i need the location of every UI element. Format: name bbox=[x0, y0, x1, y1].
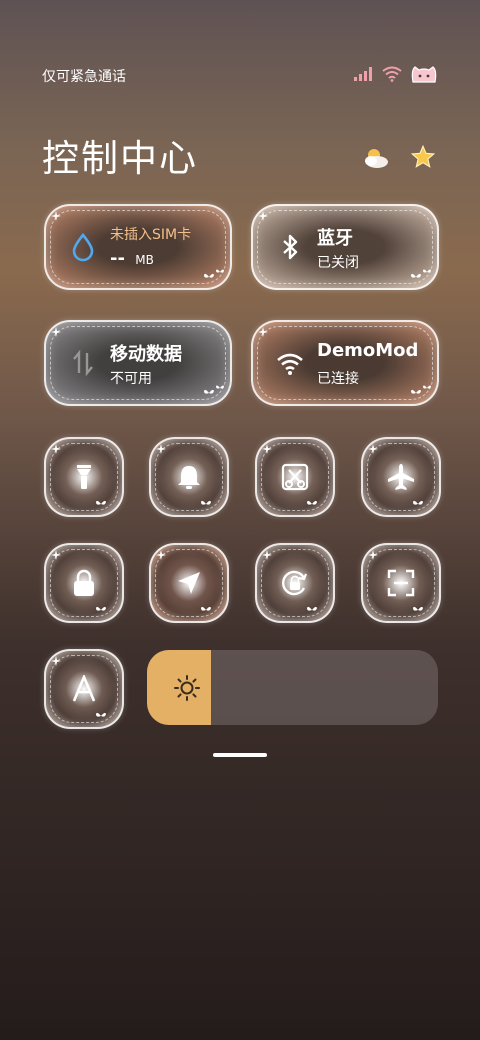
butterfly-icon bbox=[216, 385, 224, 389]
butterfly-icon bbox=[307, 606, 317, 611]
sparkle-icon bbox=[156, 550, 166, 560]
butterfly-icon bbox=[204, 389, 214, 394]
wifi-icon bbox=[277, 353, 303, 375]
sparkle-icon bbox=[258, 211, 268, 221]
butterfly-icon bbox=[201, 500, 211, 505]
butterfly-icon bbox=[96, 500, 106, 505]
signal-bars-icon bbox=[354, 67, 372, 81]
butterfly-icon bbox=[307, 500, 317, 505]
bluetooth-label: 蓝牙 bbox=[317, 228, 353, 249]
sparkle-icon bbox=[156, 444, 166, 454]
butterfly-icon bbox=[423, 385, 431, 389]
sparkle-icon bbox=[51, 550, 61, 560]
star-icon[interactable] bbox=[410, 144, 436, 170]
cat-face-icon bbox=[411, 66, 437, 83]
butterfly-icon bbox=[96, 606, 106, 611]
data-usage-unit: MB bbox=[135, 253, 154, 267]
letter-a-icon bbox=[72, 675, 96, 702]
airplane-mode-toggle[interactable] bbox=[361, 437, 441, 517]
bluetooth-tile[interactable]: 蓝牙 已关闭 bbox=[251, 204, 439, 290]
sparkle-icon bbox=[368, 550, 378, 560]
data-usage-number: -- bbox=[110, 248, 132, 269]
airplane-icon bbox=[388, 464, 414, 490]
sparkle-icon bbox=[51, 656, 61, 666]
data-usage-tile[interactable]: 未插入SIM卡 -- MB bbox=[44, 204, 232, 290]
wifi-tile[interactable]: DemoMod 已连接 bbox=[251, 320, 439, 406]
sparkle-icon bbox=[51, 444, 61, 454]
sparkle-icon bbox=[262, 550, 272, 560]
wifi-network-name: DemoMod bbox=[317, 340, 419, 361]
butterfly-icon bbox=[411, 273, 421, 278]
scan-icon bbox=[387, 569, 415, 597]
sparkle-icon bbox=[51, 211, 61, 221]
scanner-toggle[interactable] bbox=[361, 543, 441, 623]
screenshot-toggle[interactable] bbox=[255, 437, 335, 517]
sparkle-icon bbox=[262, 444, 272, 454]
location-toggle[interactable] bbox=[149, 543, 229, 623]
mobile-data-label: 移动数据 bbox=[110, 344, 182, 365]
bell-icon bbox=[178, 466, 200, 489]
bluetooth-status: 已关闭 bbox=[317, 255, 359, 271]
sparkle-icon bbox=[51, 327, 61, 337]
sparkle-icon bbox=[258, 327, 268, 337]
sparkle-icon bbox=[368, 444, 378, 454]
wifi-status: 已连接 bbox=[317, 371, 359, 387]
status-bar-carrier: 仅可紧急通话 bbox=[42, 69, 126, 85]
wifi-icon bbox=[382, 66, 402, 82]
close-handle[interactable] bbox=[213, 753, 267, 757]
auto-brightness-toggle[interactable] bbox=[44, 649, 124, 729]
mobile-data-tile[interactable]: 移动数据 不可用 bbox=[44, 320, 232, 406]
water-drop-icon bbox=[72, 232, 94, 262]
butterfly-icon bbox=[423, 269, 431, 273]
butterfly-icon bbox=[201, 606, 211, 611]
bluetooth-icon bbox=[283, 234, 298, 260]
butterfly-icon bbox=[411, 389, 421, 394]
lock-icon bbox=[74, 569, 94, 596]
butterfly-icon bbox=[413, 606, 423, 611]
status-bar-icons bbox=[354, 64, 438, 84]
location-arrow-icon bbox=[178, 572, 200, 594]
scissors-screenshot-icon bbox=[281, 463, 309, 491]
flashlight-icon bbox=[77, 465, 91, 489]
data-usage-value: -- MB bbox=[110, 248, 154, 269]
sim-status-label: 未插入SIM卡 bbox=[110, 227, 192, 243]
mobile-data-status: 不可用 bbox=[110, 371, 152, 387]
lock-screen-toggle[interactable] bbox=[44, 543, 124, 623]
rotation-lock-icon bbox=[282, 570, 308, 596]
butterfly-icon bbox=[413, 500, 423, 505]
brightness-slider[interactable] bbox=[147, 650, 438, 725]
flashlight-toggle[interactable] bbox=[44, 437, 124, 517]
page-title: 控制中心 bbox=[42, 137, 198, 180]
sun-icon bbox=[174, 675, 200, 701]
weather-cloud-sun-icon[interactable] bbox=[362, 146, 390, 170]
ringer-toggle[interactable] bbox=[149, 437, 229, 517]
data-arrows-icon bbox=[73, 349, 93, 377]
butterfly-icon bbox=[204, 273, 214, 278]
butterfly-icon bbox=[96, 712, 106, 717]
butterfly-icon bbox=[216, 269, 224, 273]
rotation-lock-toggle[interactable] bbox=[255, 543, 335, 623]
